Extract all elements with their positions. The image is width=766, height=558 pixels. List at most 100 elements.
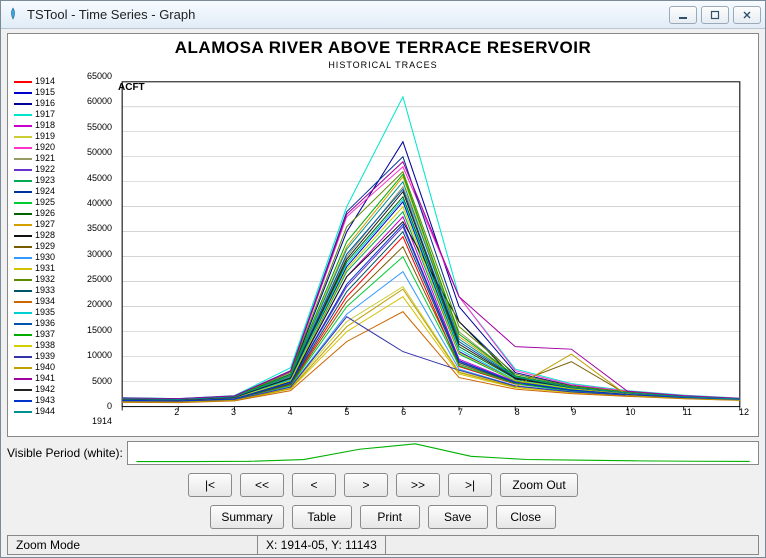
first-button[interactable]: |< — [188, 473, 232, 497]
legend-item[interactable]: 1933 — [14, 285, 70, 296]
legend-item[interactable]: 1928 — [14, 230, 70, 241]
chart-title: ALAMOSA RIVER ABOVE TERRACE RESERVOIR — [8, 38, 758, 58]
x-tick-label: 5 — [344, 407, 349, 417]
status-coords: X: 1914-05, Y: 11143 — [258, 536, 386, 554]
legend-item[interactable]: 1927 — [14, 219, 70, 230]
legend-item[interactable]: 1914 — [14, 76, 70, 87]
legend-label: 1927 — [35, 219, 55, 230]
legend-swatch — [14, 125, 32, 127]
legend-item[interactable]: 1926 — [14, 208, 70, 219]
legend-item[interactable]: 1941 — [14, 373, 70, 384]
legend-item[interactable]: 1936 — [14, 318, 70, 329]
close-button[interactable] — [733, 6, 761, 24]
legend-label: 1928 — [35, 230, 55, 241]
x-tick-label: 3 — [231, 407, 236, 417]
legend-item[interactable]: 1919 — [14, 131, 70, 142]
back-button[interactable]: < — [292, 473, 336, 497]
legend-item[interactable]: 1916 — [14, 98, 70, 109]
legend-label: 1924 — [35, 186, 55, 197]
x-tick-label: 4 — [288, 407, 293, 417]
summary-button[interactable]: Summary — [210, 505, 283, 529]
legend-item[interactable]: 1939 — [14, 351, 70, 362]
legend-item[interactable]: 1921 — [14, 153, 70, 164]
legend-item[interactable]: 1923 — [14, 175, 70, 186]
legend-item[interactable]: 1935 — [14, 307, 70, 318]
overview-svg — [128, 442, 758, 464]
legend-label: 1938 — [35, 340, 55, 351]
legend-item[interactable]: 1917 — [14, 109, 70, 120]
client-area: ALAMOSA RIVER ABOVE TERRACE RESERVOIR HI… — [1, 29, 765, 557]
legend-item[interactable]: 1937 — [14, 329, 70, 340]
fast-back-button[interactable]: << — [240, 473, 284, 497]
x-tick-label: 7 — [458, 407, 463, 417]
zoom-out-button[interactable]: Zoom Out — [500, 473, 578, 497]
legend-swatch — [14, 290, 32, 292]
table-button[interactable]: Table — [292, 505, 352, 529]
plot-svg[interactable] — [74, 76, 744, 424]
legend-label: 1943 — [35, 395, 55, 406]
app-window: TSTool - Time Series - Graph ALAMOSA RIV… — [0, 0, 766, 558]
legend-label: 1926 — [35, 208, 55, 219]
legend-item[interactable]: 1915 — [14, 87, 70, 98]
legend-item[interactable]: 1940 — [14, 362, 70, 373]
legend-item[interactable]: 1929 — [14, 241, 70, 252]
legend-swatch — [14, 213, 32, 215]
legend-item[interactable]: 1920 — [14, 142, 70, 153]
nav-button-row: |< << < > >> >| Zoom Out — [7, 473, 759, 497]
x-tick-label: 2 — [174, 407, 179, 417]
legend-item[interactable]: 1942 — [14, 384, 70, 395]
x-tick-label: 8 — [515, 407, 520, 417]
legend-label: 1916 — [35, 98, 55, 109]
legend-item[interactable]: 1930 — [14, 252, 70, 263]
legend-swatch — [14, 400, 32, 402]
legend-label: 1921 — [35, 153, 55, 164]
legend-label: 1942 — [35, 384, 55, 395]
legend-label: 1937 — [35, 329, 55, 340]
last-button[interactable]: >| — [448, 473, 492, 497]
legend-swatch — [14, 103, 32, 105]
window-buttons — [669, 6, 761, 24]
legend-item[interactable]: 1934 — [14, 296, 70, 307]
legend-swatch — [14, 345, 32, 347]
legend-swatch — [14, 367, 32, 369]
legend-item[interactable]: 1943 — [14, 395, 70, 406]
legend: 1914191519161917191819191920192119221923… — [14, 76, 70, 424]
legend-item[interactable]: 1938 — [14, 340, 70, 351]
legend-item[interactable]: 1932 — [14, 274, 70, 285]
save-button[interactable]: Save — [428, 505, 488, 529]
print-button[interactable]: Print — [360, 505, 420, 529]
legend-swatch — [14, 312, 32, 314]
legend-item[interactable]: 1922 — [14, 164, 70, 175]
legend-label: 1930 — [35, 252, 55, 263]
legend-item[interactable]: 1944 — [14, 406, 70, 417]
legend-item[interactable]: 1931 — [14, 263, 70, 274]
legend-item[interactable]: 1918 — [14, 120, 70, 131]
legend-swatch — [14, 246, 32, 248]
close-window-button[interactable]: Close — [496, 505, 556, 529]
minimize-button[interactable] — [669, 6, 697, 24]
legend-swatch — [14, 202, 32, 204]
visible-period-canvas[interactable] — [127, 441, 759, 465]
legend-item[interactable]: 1925 — [14, 197, 70, 208]
legend-label: 1941 — [35, 373, 55, 384]
legend-label: 1920 — [35, 142, 55, 153]
maximize-button[interactable] — [701, 6, 729, 24]
forward-button[interactable]: > — [344, 473, 388, 497]
legend-item[interactable]: 1924 — [14, 186, 70, 197]
legend-swatch — [14, 169, 32, 171]
fast-fwd-button[interactable]: >> — [396, 473, 440, 497]
legend-swatch — [14, 411, 32, 413]
x-tick-label: 10 — [626, 407, 636, 417]
action-button-row: Summary Table Print Save Close — [7, 505, 759, 529]
legend-label: 1917 — [35, 109, 55, 120]
legend-label: 1914 — [35, 76, 55, 87]
chart-panel: ALAMOSA RIVER ABOVE TERRACE RESERVOIR HI… — [7, 33, 759, 437]
plot-area[interactable]: 6500060000550005000045000400003500030000… — [74, 76, 744, 424]
legend-swatch — [14, 92, 32, 94]
titlebar[interactable]: TSTool - Time Series - Graph — [1, 1, 765, 29]
legend-label: 1936 — [35, 318, 55, 329]
status-mode: Zoom Mode — [8, 536, 258, 554]
x-tick-label: 11 — [683, 407, 692, 417]
legend-swatch — [14, 147, 32, 149]
legend-swatch — [14, 257, 32, 259]
